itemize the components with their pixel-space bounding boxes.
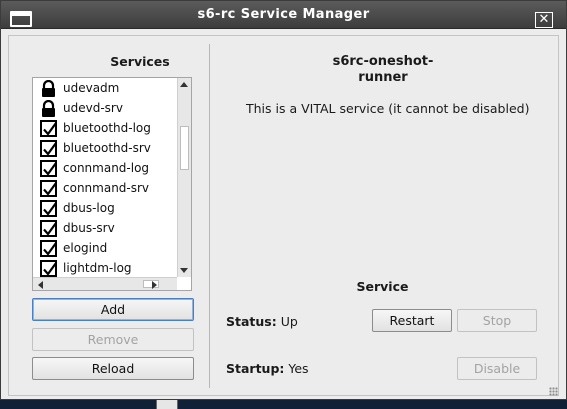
service-label: lightdm-log [63,261,132,275]
service-label: dbus-srv [63,221,115,235]
scroll-down-arrow-icon[interactable] [180,268,188,273]
service-label: bluetoothd-srv [63,141,151,155]
checkbox-checked-icon[interactable] [40,260,57,277]
main-content: Services udevadm udevd-srv bluetoothd-log b… [8,35,559,396]
stop-button[interactable]: Stop [457,309,537,332]
horizontal-scrollbar[interactable] [33,277,177,290]
service-name-line-2: runner [358,70,408,85]
services-heading: Services [110,54,170,69]
title-bar[interactable]: s6-rc Service Manager ✕ [1,1,566,29]
vertical-scrollbar[interactable] [177,78,191,277]
add-button[interactable]: Add [32,298,194,321]
status-label: Status: [226,314,277,329]
scroll-right-arrow-icon[interactable] [152,281,157,289]
service-label: connmand-log [63,161,150,175]
status-value: Up [280,314,298,329]
restart-button[interactable]: Restart [372,309,452,332]
service-label: udevd-srv [63,101,123,115]
close-icon[interactable]: ✕ [535,12,553,28]
list-item[interactable]: connmand-srv [33,179,175,199]
list-item[interactable]: lightdm-log [33,259,175,279]
service-label: dbus-log [63,201,115,215]
list-item[interactable]: dbus-srv [33,219,175,239]
reload-button[interactable]: Reload [32,357,194,380]
selected-service-name: s6rc-oneshot- runner [327,54,439,86]
service-label: elogind [63,241,108,255]
service-name-line-1: s6rc-oneshot- [332,54,434,69]
checkbox-checked-icon[interactable] [40,220,57,237]
lock-icon [40,79,57,97]
scroll-left-arrow-icon[interactable] [38,281,43,289]
checkbox-checked-icon[interactable] [40,160,57,177]
panel-separator [209,44,210,388]
services-list[interactable]: udevadm udevd-srv bluetoothd-log bluetoothd… [32,77,192,291]
list-item[interactable]: dbus-log [33,199,175,219]
startup-field: Startup: Yes [226,361,309,376]
checkbox-checked-icon[interactable] [40,240,57,257]
list-item[interactable]: udevd-srv [33,99,175,119]
service-section-heading: Service [356,279,409,294]
list-item[interactable]: bluetoothd-log [33,119,175,139]
service-label: connmand-srv [63,181,150,195]
remove-button[interactable]: Remove [32,328,194,351]
window-title: s6-rc Service Manager [197,7,370,22]
vertical-scroll-thumb[interactable] [180,126,189,170]
lock-icon [40,99,57,117]
taskbar-fragment [156,399,178,409]
checkbox-checked-icon[interactable] [40,180,57,197]
list-item[interactable]: elogind [33,239,175,259]
vital-notice: This is a VITAL service (it cannot be di… [246,101,530,116]
startup-value: Yes [288,361,309,376]
list-item[interactable]: udevadm [33,79,175,99]
resize-grip-icon[interactable] [549,387,558,396]
service-manager-window: s6-rc Service Manager ✕ Services udevadm… [0,0,567,400]
disable-button[interactable]: Disable [457,357,537,380]
service-label: udevadm [63,81,120,95]
checkbox-checked-icon[interactable] [40,140,57,157]
startup-label: Startup: [226,361,285,376]
checkbox-checked-icon[interactable] [40,120,57,137]
service-label: bluetoothd-log [63,121,151,135]
list-item[interactable]: bluetoothd-srv [33,139,175,159]
checkbox-checked-icon[interactable] [40,200,57,217]
list-item[interactable]: connmand-log [33,159,175,179]
status-field: Status: Up [226,314,298,329]
desktop-background [0,399,567,409]
scroll-up-arrow-icon[interactable] [180,82,188,87]
